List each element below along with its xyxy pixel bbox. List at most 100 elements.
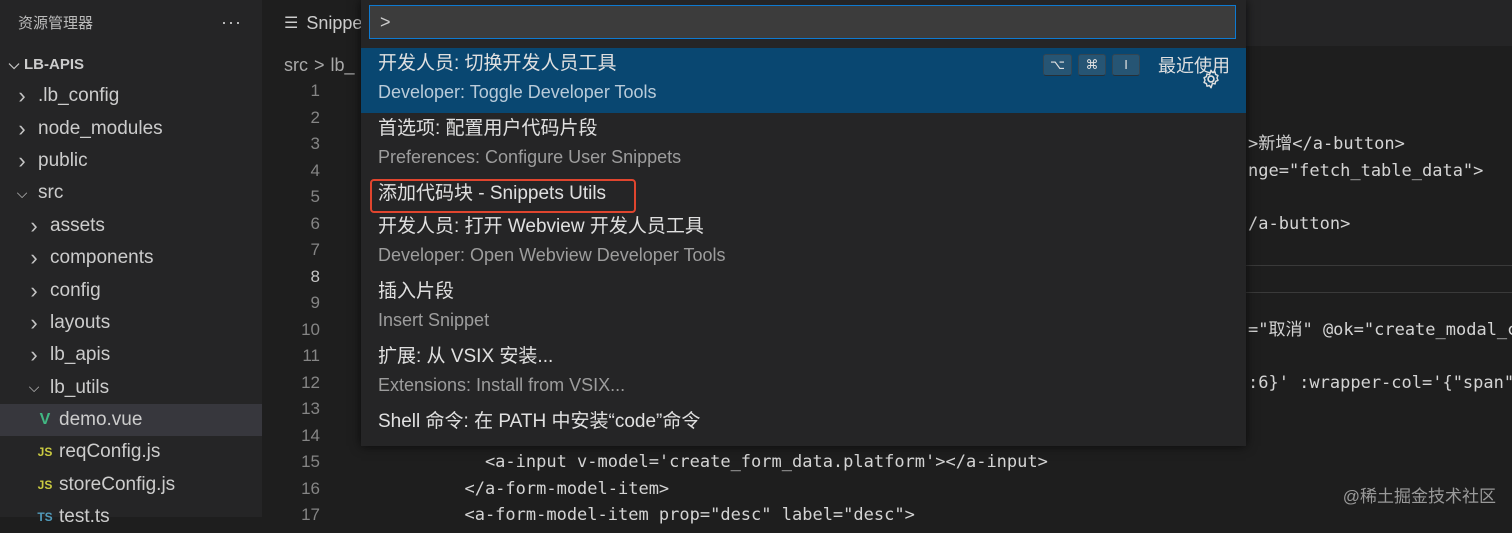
tree-folder[interactable]: › assets: [0, 210, 262, 242]
breadcrumb-separator: >: [314, 54, 325, 75]
command-item[interactable]: 开发人员: 打开 Webview 开发人员工具 Developer: Open W…: [361, 211, 1246, 276]
code-line: ="取消" @ok="create_modal_c: [1248, 319, 1512, 340]
tree-folder[interactable]: › layouts: [0, 307, 262, 339]
line-number: 15: [301, 452, 320, 471]
tree-item-label: .lb_config: [38, 85, 120, 107]
line-number: 8: [310, 266, 320, 286]
explorer-title: 资源管理器: [18, 14, 94, 32]
annotation-highlight-box: [370, 179, 636, 213]
chevron-right-icon: ›: [18, 83, 26, 109]
tree-item-label: storeConfig.js: [59, 473, 176, 495]
chevron-right-icon: ›: [30, 277, 38, 303]
tree-folder[interactable]: › lb_apis: [0, 339, 262, 371]
command-item[interactable]: 插入片段 Insert Snippet: [361, 276, 1246, 341]
project-root[interactable]: ⌵ LB-APIS: [0, 48, 262, 80]
tree-file[interactable]: JS storeConfig.js: [0, 469, 262, 501]
file-lines-icon: ☰: [284, 15, 299, 32]
tree-item-label: node_modules: [38, 117, 163, 139]
chevron-right-icon: ›: [30, 245, 38, 271]
breadcrumb: src > lb_: [284, 52, 355, 78]
chevron-right-icon: ›: [18, 115, 26, 141]
gear-icon[interactable]: [1200, 68, 1222, 90]
chevron-right-icon: ›: [30, 309, 38, 335]
tree-item-label: assets: [50, 214, 105, 236]
tree-file[interactable]: JS reqConfig.js: [0, 436, 262, 468]
chevron-down-icon: ⌵: [16, 184, 28, 201]
watermark: @稀土掘金技术社区: [1342, 487, 1496, 506]
file-tree: › .lb_config › node_modules › public ⌵ src › asse…: [0, 80, 262, 533]
command-detail: Extensions: Install from VSIX...: [378, 374, 626, 395]
tree-item-label: layouts: [50, 311, 111, 333]
line-number: 5: [310, 187, 320, 206]
tree-item-label: lb_utils: [50, 376, 110, 398]
command-palette-input[interactable]: [369, 5, 1236, 39]
key-cap: ⌥: [1043, 54, 1072, 76]
tree-item-label: config: [50, 279, 101, 301]
code-line: :6}' :wrapper-col='{"span": [1248, 372, 1512, 393]
command-item[interactable]: 添加代码块 - Snippets Utils: [361, 178, 1246, 213]
command-item[interactable]: 开发人员: 切换开发人员工具 Developer: Toggle Develope…: [361, 48, 1246, 113]
line-number: 7: [310, 240, 320, 259]
line-number-gutter: 1 2 3 4 5 6 7 8 9 10 11 12 13 14 15 16 17: [262, 78, 332, 529]
command-detail: Developer: Toggle Developer Tools: [378, 82, 657, 102]
tree-folder[interactable]: ⌵ src: [0, 177, 262, 209]
breadcrumb-src[interactable]: src: [284, 55, 308, 76]
command-detail: Preferences: Configure User Snippets: [378, 147, 682, 167]
command-label: 扩展: 从 VSIX 安装...: [378, 345, 554, 367]
line-number: 12: [301, 372, 320, 392]
line-number: 4: [310, 160, 320, 180]
line-number: 6: [310, 213, 320, 233]
command-label: 首选项: 配置用户代码片段: [378, 118, 598, 139]
explorer-sidebar: 资源管理器 ··· ⌵ LB-APIS › .lb_config › node_mod…: [0, 0, 262, 527]
code-line: >新增</a-button>: [1248, 134, 1405, 154]
line-number: 9: [310, 293, 320, 312]
command-list: 开发人员: 切换开发人员工具 Developer: Toggle Develope…: [361, 48, 1246, 438]
tree-folder[interactable]: ⌵ lb_utils: [0, 372, 262, 404]
line-number: 16: [301, 478, 320, 498]
chevron-right-icon: ›: [18, 147, 26, 173]
tree-folder[interactable]: › .lb_config: [0, 80, 262, 112]
command-label: Shell 命令: 在 PATH 中安装“code”命令: [378, 410, 701, 432]
tree-folder[interactable]: › node_modules: [0, 112, 262, 144]
js-file-icon: JS: [37, 445, 53, 460]
line-number: 17: [301, 505, 320, 524]
code-line: </a-form-model-item>: [444, 478, 670, 499]
line-number: 1: [310, 81, 320, 100]
code-line: nge="fetch_table_data">: [1248, 160, 1484, 181]
tree-folder[interactable]: › public: [0, 145, 262, 177]
command-label: 开发人员: 打开 Webview 开发人员工具: [378, 215, 704, 237]
tree-item-label: reqConfig.js: [59, 441, 161, 463]
tree-folder[interactable]: › config: [0, 274, 262, 306]
line-number: 2: [310, 107, 320, 127]
editor-divider: [1246, 292, 1512, 293]
chevron-down-icon: ⌵: [8, 55, 20, 72]
editor-divider: [1246, 265, 1512, 266]
breadcrumb-folder[interactable]: lb_: [331, 55, 355, 76]
command-item[interactable]: 首选项: 配置用户代码片段 Preferences: Configure User…: [361, 113, 1246, 178]
tree-item-label: test.ts: [59, 506, 110, 528]
tree-item-label: src: [38, 182, 64, 204]
explorer-header: 资源管理器 ···: [0, 0, 262, 44]
more-actions-icon[interactable]: ···: [221, 12, 242, 33]
line-number: 13: [301, 399, 320, 418]
command-label: 插入片段: [378, 280, 455, 302]
code-line: <a-input v-model='create_form_data.platf…: [444, 452, 1048, 472]
tree-item-label: public: [38, 149, 88, 171]
tree-item-label: components: [50, 247, 154, 269]
command-detail: Developer: Open Webview Developer Tools: [378, 244, 726, 265]
code-line: <a-form-model-item prop="desc" label="de…: [444, 505, 915, 525]
command-item[interactable]: 扩展: 从 VSIX 安装... Extensions: Install from…: [361, 341, 1246, 406]
tab-label: Snippe: [306, 12, 363, 33]
chevron-right-icon: ›: [30, 212, 38, 238]
tree-file[interactable]: TS test.ts: [0, 501, 262, 533]
project-name: LB-APIS: [24, 55, 84, 73]
key-cap: ⌘: [1078, 54, 1106, 76]
ts-file-icon: TS: [37, 510, 53, 525]
line-number: 10: [301, 319, 320, 339]
tree-folder[interactable]: › components: [0, 242, 262, 274]
chevron-down-icon: ⌵: [28, 379, 40, 396]
line-number: 3: [310, 134, 320, 153]
command-item[interactable]: Shell 命令: 在 PATH 中安装“code”命令: [361, 406, 1246, 439]
tree-file[interactable]: Vdemo.vue: [0, 403, 262, 437]
line-number: 11: [302, 346, 320, 365]
